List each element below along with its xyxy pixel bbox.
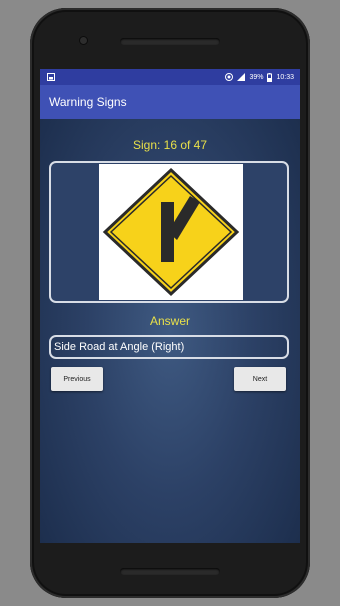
- answer-text: Side Road at Angle (Right): [54, 341, 185, 353]
- side-road-angle-right-sign-icon: [102, 167, 240, 297]
- sign-counter: Sign: 16 of 47: [132, 138, 208, 152]
- sign-image: [99, 164, 243, 300]
- top-speaker-grille: [120, 38, 220, 45]
- app-screen: 39% 10:33 Warning Signs Sign: 16 of 47 A…: [40, 69, 300, 543]
- next-button[interactable]: Next: [234, 367, 286, 391]
- notification-icon: [47, 73, 55, 81]
- front-camera: [80, 37, 87, 44]
- battery-icon: [267, 72, 273, 82]
- status-indicators: 39% 10:33: [225, 72, 294, 82]
- clock: 10:33: [276, 73, 294, 81]
- answer-field[interactable]: Side Road at Angle (Right): [49, 335, 289, 359]
- sign-image-frame: [49, 161, 289, 303]
- previous-button[interactable]: Previous: [51, 367, 103, 391]
- answer-label: Answer: [149, 314, 190, 328]
- bottom-speaker-grille: [120, 568, 220, 575]
- wifi-icon: [225, 73, 234, 81]
- app-bar: Warning Signs: [40, 85, 300, 119]
- battery-percent: 39%: [249, 73, 264, 81]
- status-bar: 39% 10:33: [40, 69, 300, 85]
- phone-frame: 39% 10:33 Warning Signs Sign: 16 of 47 A…: [30, 8, 310, 598]
- app-title: Warning Signs: [49, 95, 127, 109]
- signal-icon: [237, 73, 246, 81]
